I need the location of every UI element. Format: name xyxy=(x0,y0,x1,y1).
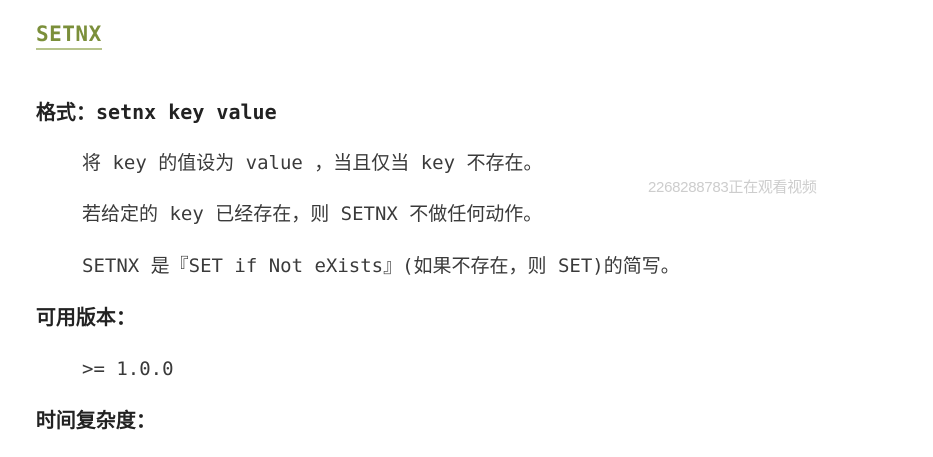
document-page: SETNX 格式：setnx key value 将 key 的值设为 valu… xyxy=(0,0,933,457)
format-heading: 格式：setnx key value xyxy=(36,100,277,124)
version-heading: 可用版本： xyxy=(36,305,136,329)
viewer-watermark: 2268288783正在观看视频 xyxy=(648,179,817,196)
description-line-3: SETNX 是『SET if Not eXists』(如果不存在，则 SET)的… xyxy=(82,255,680,277)
page-title: SETNX xyxy=(36,22,102,50)
description-line-2: 若给定的 key 已经存在，则 SETNX 不做任何动作。 xyxy=(82,203,543,225)
version-value: >= 1.0.0 xyxy=(82,358,174,380)
complexity-heading: 时间复杂度： xyxy=(36,408,156,432)
description-line-1: 将 key 的值设为 value ，当且仅当 key 不存在。 xyxy=(82,152,543,174)
